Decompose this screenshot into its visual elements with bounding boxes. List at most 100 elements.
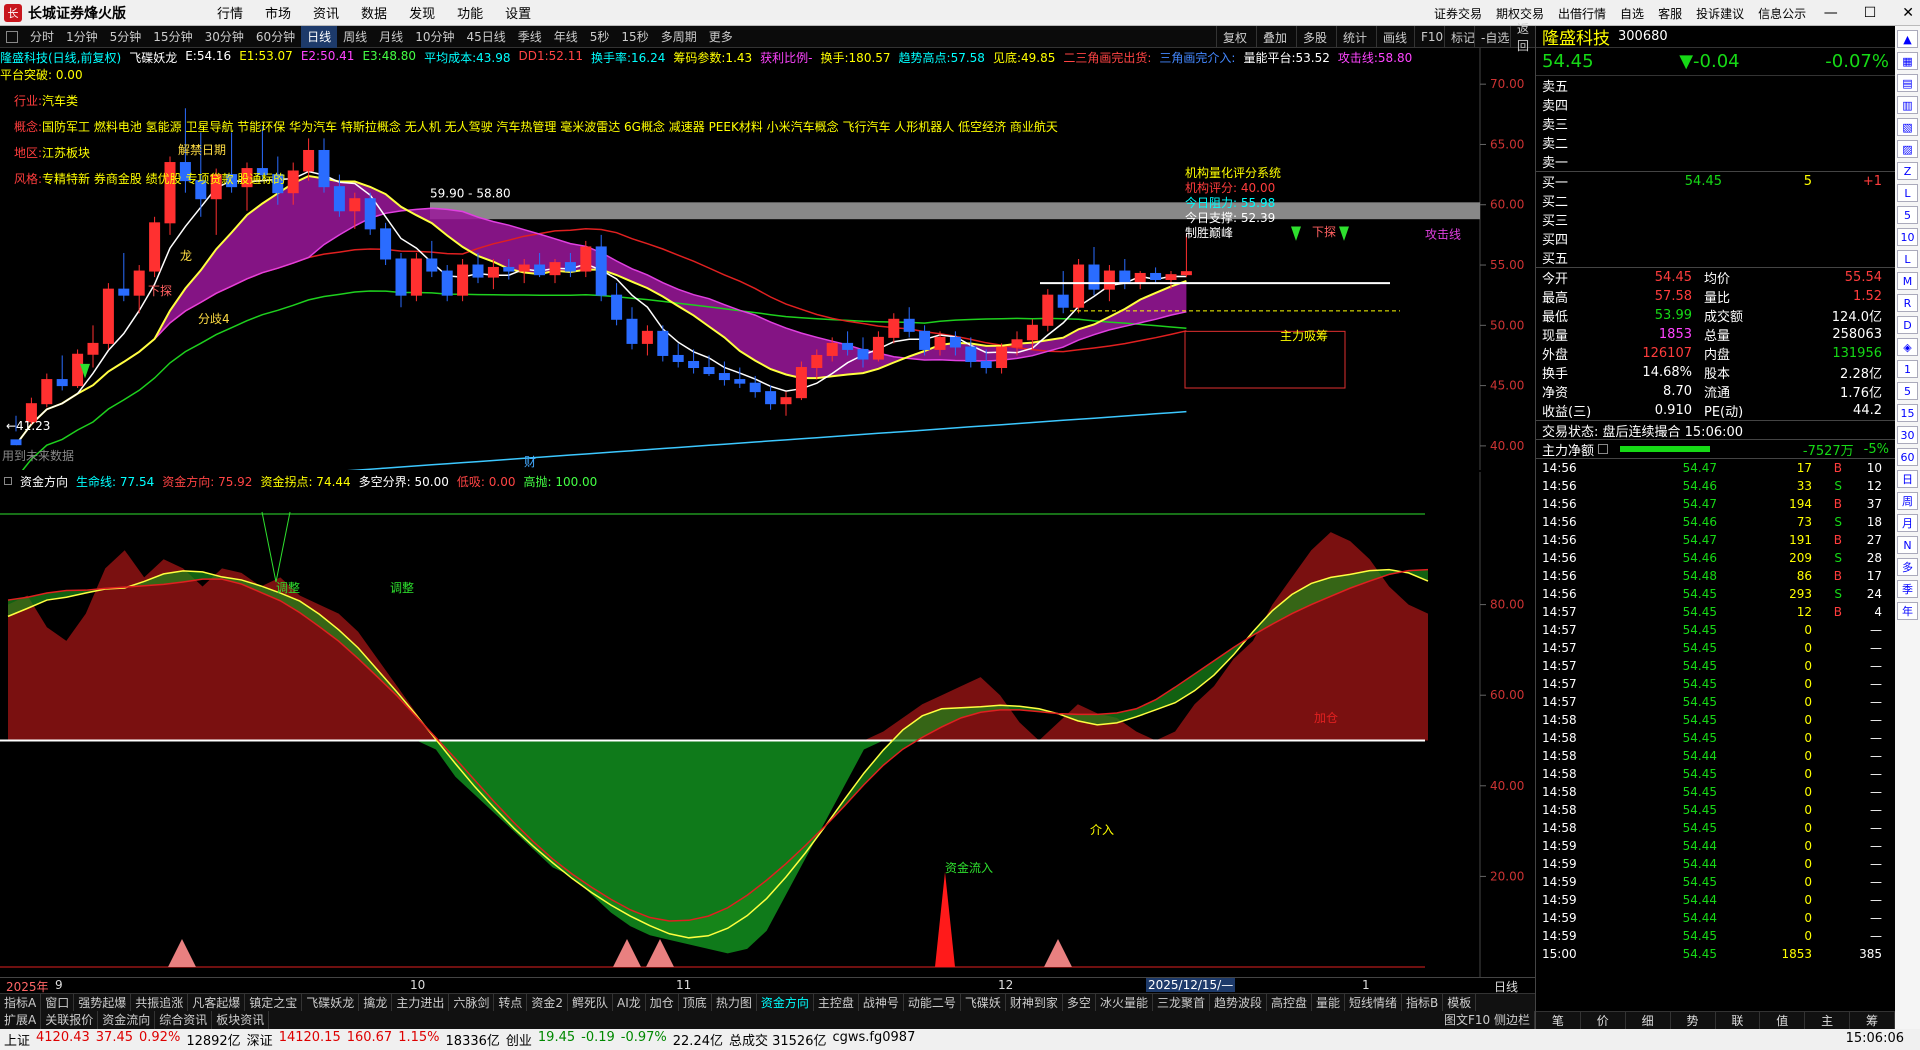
indicator-tab-9[interactable]: 六脉剑 — [449, 994, 495, 1011]
sidebar-btn-3[interactable]: ▥ — [1897, 96, 1918, 114]
top-menu-item-0[interactable]: 证券交易 — [1434, 5, 1482, 22]
f10-sidebar-tab[interactable]: 图文F10 侧边栏 — [1440, 1011, 1535, 1029]
sidebar-btn-15[interactable]: 1 — [1897, 360, 1918, 378]
sidebar-btn-1[interactable]: ▦ — [1897, 52, 1918, 70]
period-tab-11[interactable]: 季线 — [512, 26, 548, 48]
chart-tool-4[interactable]: 画线 — [1376, 26, 1413, 48]
sidebar-btn-14[interactable]: ◈ — [1897, 338, 1918, 356]
sidebar-btn-11[interactable]: M — [1897, 272, 1918, 290]
sidebar-btn-16[interactable]: 5 — [1897, 382, 1918, 400]
chart-tool-0[interactable]: 复权 — [1216, 26, 1253, 48]
sidebar-btn-19[interactable]: 60 — [1897, 448, 1918, 466]
indicator-name[interactable]: 飞碟妖龙 — [129, 49, 177, 66]
period-tab-13[interactable]: 5秒 — [584, 26, 616, 48]
menu-item-4[interactable]: 发现 — [400, 3, 444, 22]
indicator-tab-30[interactable]: 指标B — [1402, 994, 1444, 1011]
main-net-toggle-icon[interactable] — [1598, 444, 1609, 454]
bid-row[interactable]: 买五 — [1536, 248, 1895, 267]
menu-item-1[interactable]: 市场 — [256, 3, 300, 22]
ask-row[interactable]: 卖四 — [1536, 95, 1895, 114]
menu-item-6[interactable]: 设置 — [496, 3, 540, 22]
sidebar-btn-21[interactable]: 周 — [1897, 492, 1918, 510]
minimize-icon[interactable]: — — [1824, 5, 1838, 21]
indicator-tab-19[interactable]: 战神号 — [859, 994, 904, 1011]
quote-tab-2[interactable]: 细 — [1626, 1012, 1671, 1029]
sidebar-btn-9[interactable]: 10 — [1897, 228, 1918, 246]
sidebar-btn-13[interactable]: D — [1897, 316, 1918, 334]
chart-tool-1[interactable]: 叠加 — [1256, 26, 1293, 48]
indicator-tab-22[interactable]: 财神到家 — [1006, 994, 1063, 1011]
indicator-tab-1[interactable]: 窗口 — [41, 994, 75, 1011]
indicator-tab-31[interactable]: 模板 — [1443, 994, 1477, 1011]
top-menu-item-3[interactable]: 自选 — [1620, 5, 1644, 22]
indicator-tab-15[interactable]: 顶底 — [679, 994, 712, 1011]
maximize-icon[interactable]: ☐ — [1864, 5, 1877, 21]
indicator-tab-6[interactable]: 飞碟妖龙 — [302, 994, 360, 1011]
sidebar-btn-25[interactable]: 季 — [1897, 580, 1918, 598]
indicator-tab-7[interactable]: 擒龙 — [359, 994, 393, 1011]
indicator-tab-12[interactable]: 鳄死队 — [568, 994, 614, 1011]
quote-tab-1[interactable]: 价 — [1581, 1012, 1626, 1029]
period-tab-14[interactable]: 15秒 — [615, 26, 654, 48]
bid-row[interactable]: 买一 54.45 5 +1 — [1536, 172, 1895, 191]
top-menu-item-4[interactable]: 客服 — [1658, 5, 1682, 22]
tick-list[interactable]: 14:56 54.47 17 B 10 14:56 54.46 33 S 12 14:56 54.47… — [1536, 459, 1895, 963]
sidebar-btn-0[interactable]: ▲ — [1897, 30, 1918, 48]
sidebar-btn-2[interactable]: ▤ — [1897, 74, 1918, 92]
indicator-tab-20[interactable]: 动能二号 — [904, 994, 961, 1011]
period-tab-6[interactable]: 日线 — [301, 25, 338, 48]
sidebar-btn-22[interactable]: 月 — [1897, 514, 1918, 532]
indicator-tab-25[interactable]: 三龙聚首 — [1153, 994, 1210, 1011]
indicator-tab-16[interactable]: 热力图 — [712, 994, 757, 1011]
ask-row[interactable]: 卖一 — [1536, 152, 1895, 171]
quote-tab-3[interactable]: 势 — [1671, 1012, 1716, 1029]
sidebar-btn-5[interactable]: ▨ — [1897, 140, 1918, 158]
menu-item-0[interactable]: 行情 — [208, 3, 252, 22]
indicator-tab-29[interactable]: 短线情绪 — [1345, 994, 1403, 1011]
sidebar-btn-24[interactable]: 多 — [1897, 558, 1918, 576]
ext-tab-3[interactable]: 综合资讯 — [155, 1011, 213, 1029]
ask-row[interactable]: 卖三 — [1536, 114, 1895, 133]
bid-row[interactable]: 买四 — [1536, 229, 1895, 248]
sidebar-btn-8[interactable]: 5 — [1897, 206, 1918, 224]
indicator-tab-27[interactable]: 高控盘 — [1267, 994, 1312, 1011]
ext-tab-1[interactable]: 关联报价 — [41, 1011, 99, 1029]
indicator-tab-26[interactable]: 趋势波段 — [1210, 994, 1267, 1011]
period-tab-1[interactable]: 1分钟 — [60, 26, 104, 48]
close-icon[interactable]: ✕ — [1902, 5, 1914, 21]
sidebar-btn-10[interactable]: L — [1897, 250, 1918, 268]
indicator-tab-13[interactable]: AI龙 — [613, 994, 646, 1011]
chart-tool-8[interactable]: 返回 — [1510, 22, 1535, 53]
sidebar-btn-7[interactable]: L — [1897, 184, 1918, 202]
quote-tab-0[interactable]: 笔 — [1536, 1012, 1581, 1029]
sidebar-btn-18[interactable]: 30 — [1897, 426, 1918, 444]
quote-tab-4[interactable]: 联 — [1716, 1012, 1761, 1029]
period-tab-3[interactable]: 15分钟 — [147, 26, 198, 48]
ext-tab-0[interactable]: 扩展A — [0, 1011, 42, 1029]
indicator-tab-23[interactable]: 多空 — [1063, 994, 1096, 1011]
period-tab-4[interactable]: 30分钟 — [199, 26, 250, 48]
period-tab-2[interactable]: 5分钟 — [104, 26, 148, 48]
indicator-tab-4[interactable]: 凡客起爆 — [188, 994, 246, 1011]
indicator-tab-10[interactable]: 转点 — [494, 994, 528, 1011]
top-menu-item-6[interactable]: 信息公示 — [1758, 5, 1806, 22]
indicator-tab-8[interactable]: 主力进出 — [392, 994, 450, 1011]
indicator-tab-21[interactable]: 飞碟妖 — [961, 994, 1006, 1011]
period-tab-9[interactable]: 10分钟 — [409, 26, 460, 48]
menu-item-2[interactable]: 资讯 — [304, 3, 348, 22]
period-tab-12[interactable]: 年线 — [548, 26, 584, 48]
ext-tab-4[interactable]: 板块资讯 — [212, 1011, 270, 1029]
indicator-tab-5[interactable]: 镇定之宝 — [245, 994, 303, 1011]
chart-tool-2[interactable]: 多股 — [1296, 26, 1333, 48]
sidebar-btn-20[interactable]: 日 — [1897, 470, 1918, 488]
period-tab-0[interactable]: 分时 — [24, 26, 60, 48]
sidebar-btn-12[interactable]: R — [1897, 294, 1918, 312]
indicator-tab-11[interactable]: 资金2 — [527, 994, 569, 1011]
fund-direction-chart[interactable]: 80.00 60.00 40.00 20.00 调整 调整资金流入 介入 加仓 — [0, 472, 1535, 977]
indicator-tab-3[interactable]: 共振追涨 — [131, 994, 189, 1011]
indicator-tab-14[interactable]: 加仓 — [646, 994, 679, 1011]
sidebar-btn-6[interactable]: Z — [1897, 162, 1918, 180]
bid-row[interactable]: 买三 — [1536, 210, 1895, 229]
menu-item-3[interactable]: 数据 — [352, 3, 396, 22]
period-tab-16[interactable]: 更多 — [703, 26, 739, 48]
